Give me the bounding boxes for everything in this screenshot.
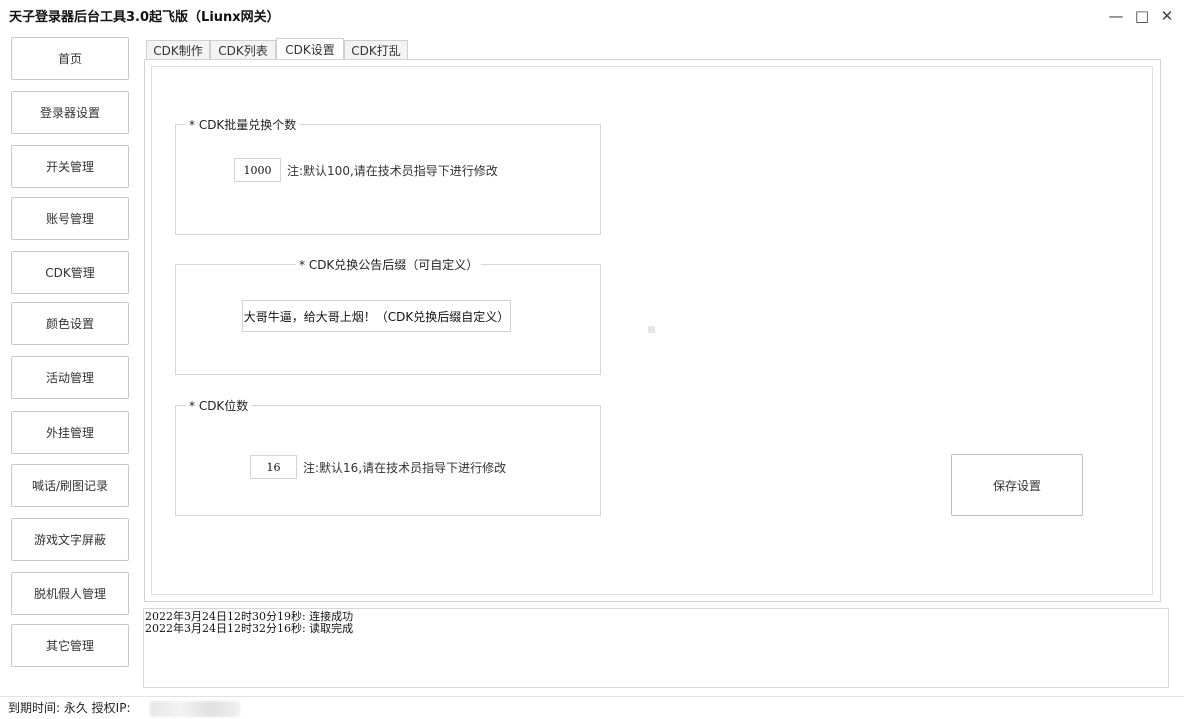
status-text: 到期时间: 永久 授权IP: [8, 701, 131, 715]
tab-cdk-create[interactable]: CDK制作 [146, 40, 210, 59]
cdk-batch-input[interactable]: 1000 [234, 158, 281, 182]
log-area[interactable]: 2022年3月24日12时30分19秒: 连接成功 2022年3月24日12时3… [143, 608, 1169, 688]
sidebar-item-offline-bot[interactable]: 脱机假人管理 [11, 572, 129, 615]
tab-cdk-list[interactable]: CDK列表 [210, 40, 276, 59]
sidebar-item-color-settings[interactable]: 颜色设置 [11, 302, 129, 345]
cdk-digits-note: 注:默认16,请在技术员指导下进行修改 [303, 461, 507, 475]
status-divider [0, 696, 1184, 697]
cdk-batch-note: 注:默认100,请在技术员指导下进行修改 [287, 164, 498, 178]
tab-cdk-settings[interactable]: CDK设置 [276, 38, 344, 60]
cdk-suffix-legend: * CDK兑换公告后缀（可自定义） [296, 256, 482, 273]
sidebar-item-text-filter[interactable]: 游戏文字屏蔽 [11, 518, 129, 561]
sidebar-item-other[interactable]: 其它管理 [11, 624, 129, 667]
close-icon[interactable]: ✕ [1159, 7, 1175, 25]
cdk-digits-legend: * CDK位数 [186, 397, 252, 414]
save-settings-button[interactable]: 保存设置 [951, 454, 1083, 516]
sidebar-item-activity-management[interactable]: 活动管理 [11, 356, 129, 399]
placeholder-dot [648, 326, 655, 333]
sidebar-item-home[interactable]: 首页 [11, 37, 129, 80]
sidebar-item-account-management[interactable]: 账号管理 [11, 197, 129, 240]
redacted-ip [150, 701, 240, 717]
sidebar-item-switch-management[interactable]: 开关管理 [11, 145, 129, 188]
window-title: 天子登录器后台工具3.0起飞版（Liunx网关） [9, 10, 280, 25]
sidebar-item-chat-records[interactable]: 喊话/刷图记录 [11, 464, 129, 507]
sidebar-item-cdk-management[interactable]: CDK管理 [11, 251, 129, 294]
maximize-icon[interactable]: □ [1134, 7, 1150, 25]
sidebar-item-launcher-settings[interactable]: 登录器设置 [11, 91, 129, 134]
minimize-icon[interactable]: — [1108, 7, 1124, 25]
cdk-suffix-input[interactable]: 大哥牛逼，给大哥上烟！（CDK兑换后缀自定义） [242, 300, 511, 332]
tab-cdk-shuffle[interactable]: CDK打乱 [344, 40, 408, 59]
cdk-batch-legend: * CDK批量兑换个数 [186, 116, 300, 133]
cdk-digits-input[interactable]: 16 [250, 455, 297, 479]
log-line: 2022年3月24日12时32分16秒: 读取完成 [145, 622, 354, 635]
sidebar-item-cheat-management[interactable]: 外挂管理 [11, 411, 129, 454]
